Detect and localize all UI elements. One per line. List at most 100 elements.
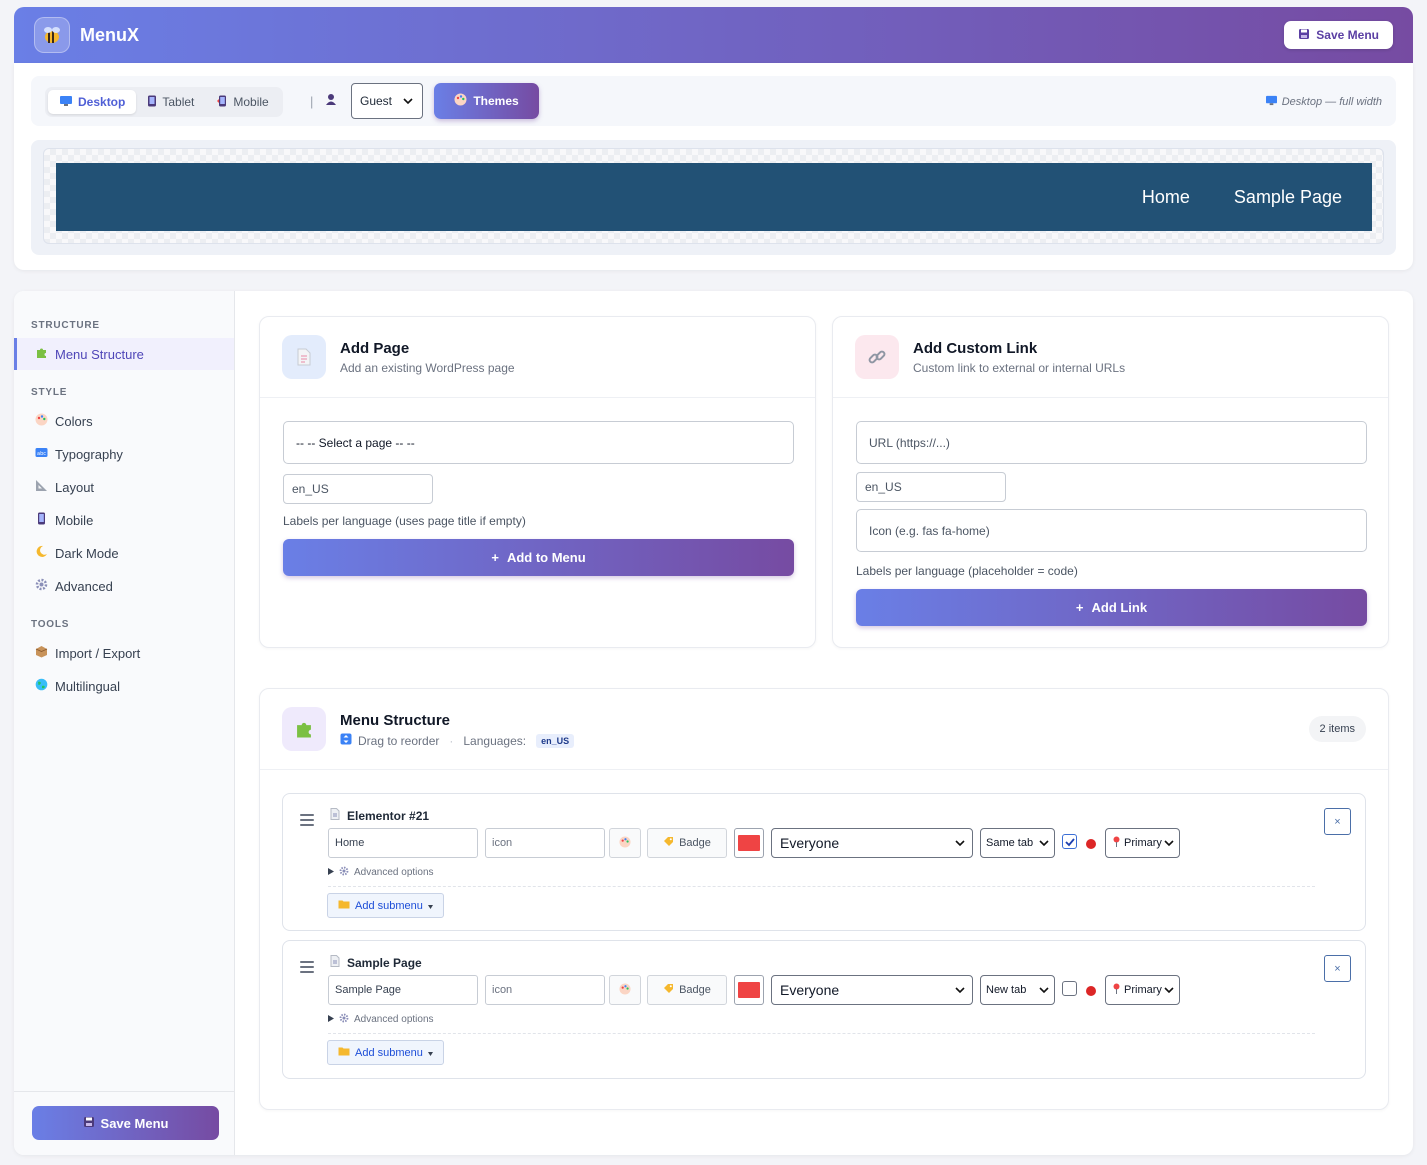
device-tab-label: Desktop [78,95,126,109]
sidebar-item-advanced[interactable]: Advanced [14,570,234,602]
input-placeholder: Icon (e.g. fas fa-home) [869,523,990,538]
badge-button[interactable]: Badge [647,975,727,1005]
device-tab-label: Mobile [233,95,269,109]
visibility-select[interactable]: Everyone [771,828,973,858]
enabled-checkbox[interactable] [1062,981,1077,996]
device-tab-desktop[interactable]: Desktop [48,90,137,114]
palette-icon [454,93,467,109]
sidebar-item-label: Multilingual [55,678,121,694]
menu-item-title-text: Sample Page [347,955,422,970]
globe-icon [35,678,48,694]
sidebar-save-button[interactable]: Save Menu [32,1106,219,1140]
close-icon: × [1334,815,1341,828]
role-select[interactable]: Guest [351,83,423,119]
color-picker[interactable] [734,975,764,1005]
target-select[interactable]: New tab [980,975,1055,1005]
page-icon [282,335,326,379]
puzzle-icon [282,707,326,751]
sidebar-divider [14,1091,234,1092]
menu-item-label-input[interactable]: Home [328,828,478,858]
url-input[interactable]: URL (https://...) [856,421,1367,464]
phone-icon [35,512,48,528]
color-picker[interactable] [734,828,764,858]
enabled-checkbox[interactable] [1062,834,1077,849]
page-select[interactable]: -- -- Select a page -- -- [283,421,794,464]
drag-hint: Drag to reorder [358,733,440,748]
chevron-down-icon [1039,840,1049,847]
sidebar-item-import-export[interactable]: Import / Export [14,637,234,669]
svg-text:abc: abc [37,451,46,457]
panel-header: Add Page Add an existing WordPress page [260,317,815,398]
preview-panel: Desktop Tablet Mobile | Guest Themes Des… [14,63,1413,270]
themes-label: Themes [473,94,519,108]
add-to-menu-label: Add to Menu [506,550,586,565]
input-placeholder: icon [492,984,513,996]
user-icon [325,93,337,111]
location-select[interactable]: Primary [1105,975,1180,1005]
add-to-menu-button[interactable]: + Add to Menu [283,539,794,576]
link-icon-input[interactable]: Icon (e.g. fas fa-home) [856,509,1367,552]
sidebar-item-layout[interactable]: Layout [14,471,234,503]
add-link-label: Add Link [1091,600,1148,615]
status-dot [1086,986,1096,996]
icon-picker-button[interactable] [609,975,641,1005]
moon-icon [35,545,48,561]
link-icon [855,335,899,379]
link-label-hint: Labels per language (placeholder = code) [856,564,1078,578]
plus-icon: + [1075,600,1084,615]
location-select[interactable]: Primary [1105,828,1180,858]
target-select[interactable]: Same tab [980,828,1055,858]
color-swatch [738,835,760,851]
sidebar-item-colors[interactable]: Colors [14,405,234,437]
panel-header: Menu Structure Drag to reorder · Languag… [260,689,1388,770]
location-value: Primary [1124,837,1162,849]
add-link-button[interactable]: + Add Link [856,589,1367,626]
themes-button[interactable]: Themes [434,83,539,119]
drag-handle-icon[interactable] [300,814,314,829]
input-placeholder: URL (https://...) [869,435,950,450]
advanced-options-toggle[interactable]: Advanced options [328,866,434,879]
visibility-select[interactable]: Everyone [771,975,973,1005]
sidebar-item-label: Advanced [55,578,113,594]
menu-item-icon-input[interactable]: icon [485,975,605,1005]
header-save-button[interactable]: Save Menu [1284,21,1393,49]
sidebar-item-multilingual[interactable]: Multilingual [14,670,234,702]
link-label-en-us-input[interactable]: en_US [856,472,1006,502]
preview-nav-item[interactable]: Home [1142,187,1190,208]
chevron-down-icon [955,987,965,994]
menu-item-label-input[interactable]: Sample Page [328,975,478,1005]
chevron-down-icon [403,98,413,105]
badge-button[interactable]: Badge [647,828,727,858]
menu-preview-bar: Home Sample Page [56,163,1372,231]
preview-nav-item[interactable]: Sample Page [1234,187,1342,208]
pin-icon [1112,836,1121,850]
add-submenu-button[interactable]: Add submenu [327,893,444,918]
sidebar-section-title: TOOLS [31,619,70,630]
page-icon [330,955,340,970]
sidebar-item-dark-mode[interactable]: Dark Mode [14,537,234,569]
drag-handle-icon[interactable] [300,961,314,976]
chevron-down-icon [1039,987,1049,994]
sidebar-item-mobile[interactable]: Mobile [14,504,234,536]
device-tab-mobile[interactable]: Mobile [205,90,279,114]
sidebar-section-title: STRUCTURE [31,320,100,331]
gear-icon [339,866,349,879]
sidebar-item-typography[interactable]: abc Typography [14,438,234,470]
preview-toolbar: Desktop Tablet Mobile | Guest Themes Des… [31,76,1396,126]
icon-picker-button[interactable] [609,828,641,858]
advanced-options-toggle[interactable]: Advanced options [328,1013,434,1026]
menu-item-card: Elementor #21 Home icon Badge Everyone S… [282,793,1366,931]
sidebar-item-menu-structure[interactable]: Menu Structure [14,338,234,370]
chevron-down-icon [955,840,965,847]
page-label-en-us-input[interactable]: en_US [283,474,433,504]
add-submenu-button[interactable]: Add submenu [327,1040,444,1065]
remove-item-button[interactable]: × [1324,808,1351,835]
add-custom-link-panel: Add Custom Link Custom link to external … [832,316,1389,648]
remove-item-button[interactable]: × [1324,955,1351,982]
menu-item-icon-input[interactable]: icon [485,828,605,858]
mobile-icon [216,95,228,110]
status-dot [1086,839,1096,849]
device-note: Desktop — full width [1265,95,1382,109]
input-placeholder: en_US [865,480,902,494]
device-tab-tablet[interactable]: Tablet [136,90,205,114]
